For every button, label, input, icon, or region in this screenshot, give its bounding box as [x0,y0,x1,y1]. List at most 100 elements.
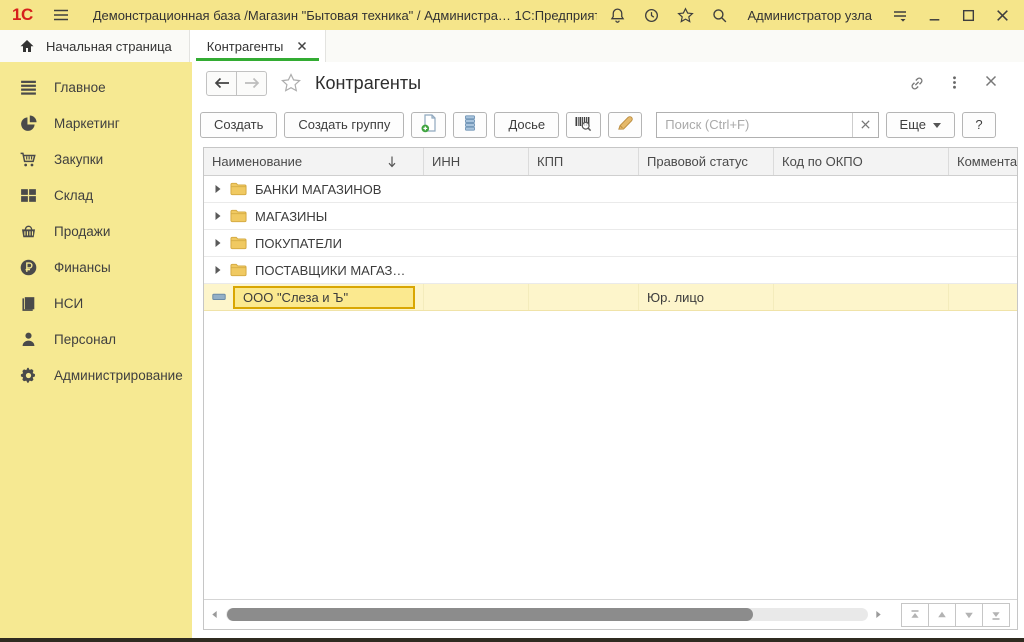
sort-descending-icon [387,155,397,169]
create-button-label: Создать [214,117,263,132]
content-pane: Контрагенты Создать Создать группу [192,62,1024,642]
column-header-okpo[interactable]: Код по ОКПО [774,148,949,175]
expand-triangle-icon[interactable] [214,184,222,194]
tab-close-icon[interactable] [296,40,308,52]
list-settings-button[interactable] [453,112,488,138]
sidebar-item-label: Главное [54,80,106,95]
more-button-label: Еще [900,117,926,132]
sidebar-item-marketing[interactable]: Маркетинг [0,105,192,141]
column-header-name[interactable]: Наименование [204,148,424,175]
sidebar-item-nsi[interactable]: НСИ [0,285,192,321]
history-icon[interactable] [641,5,661,25]
menu-icon [19,78,38,97]
column-header-label: ИНН [432,154,460,169]
titlebar-right: Администратор узла [607,5,1012,25]
tab-kontragenty[interactable]: Контрагенты [190,30,327,62]
go-up-button[interactable] [928,603,956,627]
edit-button[interactable] [608,112,643,138]
expand-triangle-icon[interactable] [214,238,222,248]
form-header-actions [908,74,1010,92]
column-header-inn[interactable]: ИНН [424,148,529,175]
scroll-left-icon[interactable] [211,610,219,620]
sidebar-item-label: Маркетинг [54,116,120,131]
sidebar-item-administrirovanie[interactable]: Администрирование [0,357,192,393]
table-row-group[interactable]: БАНКИ МАГАЗИНОВ [204,176,1017,203]
inn-cell [424,284,529,310]
chevron-down-icon [933,123,941,128]
contractors-table: Наименование ИНН КПП Правовой статус Код… [203,147,1018,630]
column-header-comment[interactable]: Комментарий [949,148,1017,175]
person-icon [19,330,38,349]
column-header-kpp[interactable]: КПП [529,148,639,175]
sidebar: Главное Маркетинг Закупки Склад Продажи [0,62,192,642]
notifications-bell-icon[interactable] [607,5,627,25]
expand-triangle-icon[interactable] [214,265,222,275]
close-form-icon[interactable] [984,74,1002,92]
forward-button[interactable] [236,71,267,96]
expand-triangle-icon[interactable] [214,211,222,221]
sidebar-item-finansy[interactable]: Финансы [0,249,192,285]
favorite-star-icon[interactable] [280,72,302,94]
scroll-right-icon[interactable] [875,610,883,620]
table-row-group[interactable]: ПОКУПАТЕЛИ [204,230,1017,257]
contractor-name: ООО "Слеза и Ъ" [243,290,348,305]
minimize-icon[interactable] [924,5,944,25]
barcode-search-button[interactable] [566,112,601,138]
tab-home[interactable]: Начальная страница [0,30,190,62]
get-link-icon[interactable] [908,74,926,92]
sidebar-item-label: Продажи [54,224,110,239]
sidebar-item-label: Склад [54,188,93,203]
tab-home-label: Начальная страница [46,39,172,54]
comment-cell [949,284,1017,310]
pie-chart-icon [19,114,38,133]
search-icon[interactable] [709,5,729,25]
folder-icon [230,236,247,250]
main-menu-icon[interactable] [51,5,71,25]
kpp-cell [529,284,639,310]
folder-icon [230,182,247,196]
sidebar-item-prodazhi[interactable]: Продажи [0,213,192,249]
more-button[interactable]: Еще [886,112,955,138]
horizontal-scrollbar-thumb[interactable] [227,608,753,621]
legal-status-cell: Юр. лицо [639,284,774,310]
service-menu-icon[interactable] [890,5,910,25]
clear-search-icon[interactable] [852,113,878,137]
go-down-button[interactable] [955,603,983,627]
dossier-button-label: Досье [508,117,545,132]
column-header-label: КПП [537,154,563,169]
sidebar-item-label: Финансы [54,260,111,275]
1c-logo: 1С [12,5,33,25]
form-header: Контрагенты [192,62,1024,104]
back-button[interactable] [206,71,237,96]
table-footer [204,599,1017,629]
copy-element-button[interactable] [411,112,446,138]
document-add-icon [419,113,439,136]
go-to-top-button[interactable] [901,603,929,627]
table-row-selected[interactable]: ООО "Слеза и Ъ" Юр. лицо [204,284,1017,311]
sidebar-item-sklad[interactable]: Склад [0,177,192,213]
home-icon [17,36,37,56]
go-to-bottom-button[interactable] [982,603,1010,627]
column-header-label: Код по ОКПО [782,154,863,169]
sidebar-item-glavnoe[interactable]: Главное [0,69,192,105]
close-window-icon[interactable] [992,5,1012,25]
horizontal-scrollbar[interactable] [226,608,868,621]
create-group-button[interactable]: Создать группу [284,112,404,138]
maximize-icon[interactable] [958,5,978,25]
sidebar-item-zakupki[interactable]: Закупки [0,141,192,177]
help-button-label: ? [975,117,982,132]
table-header-row: Наименование ИНН КПП Правовой статус Код… [204,148,1017,176]
create-button[interactable]: Создать [200,112,277,138]
dossier-button[interactable]: Досье [494,112,559,138]
sidebar-item-personal[interactable]: Персонал [0,321,192,357]
group-name: БАНКИ МАГАЗИНОВ [255,182,381,197]
column-header-legal-status[interactable]: Правовой статус [639,148,774,175]
more-actions-icon[interactable] [946,74,964,92]
search-input[interactable] [657,113,851,137]
table-row-group[interactable]: МАГАЗИНЫ [204,203,1017,230]
table-row-group[interactable]: ПОСТАВЩИКИ МАГАЗ… [204,257,1017,284]
selected-cell[interactable]: ООО "Слеза и Ъ" [233,286,415,309]
help-button[interactable]: ? [962,112,996,138]
list-toolbar: Создать Создать группу Досье [192,104,1024,147]
favorites-star-icon[interactable] [675,5,695,25]
